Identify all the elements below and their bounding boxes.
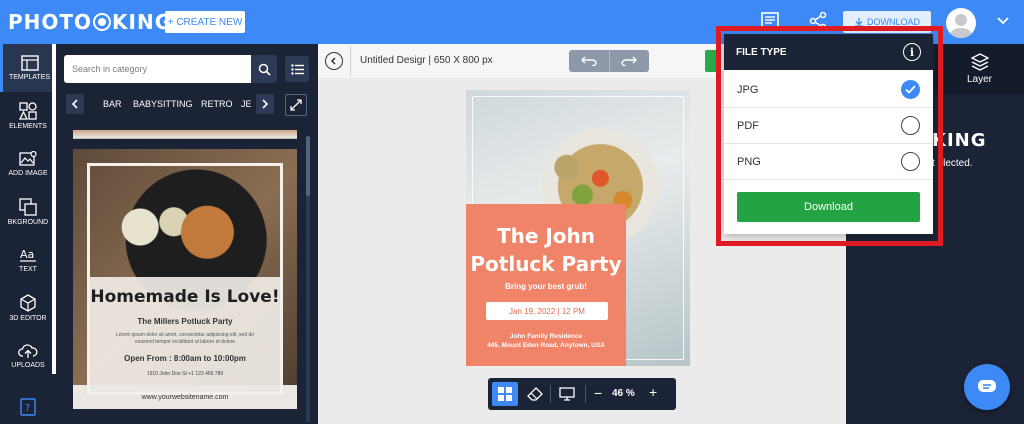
design-canvas[interactable]: The John Potluck Party Bring your best gr… [466, 90, 690, 366]
nav-help[interactable]: ? [0, 392, 56, 424]
thumbnail-title: Homemade Is Love! [90, 287, 280, 307]
file-type-label: JPG [737, 83, 759, 96]
template-thumbnail-previous[interactable] [73, 130, 297, 139]
eraser-icon [527, 387, 543, 401]
chevron-left-icon [71, 99, 78, 109]
zoom-level: 46 % [612, 388, 635, 399]
thumbnail-body: Lorem ipsum dolor sit amet, consectetur … [115, 332, 255, 345]
chevron-down-icon[interactable] [996, 14, 1010, 33]
templates-icon [20, 55, 39, 71]
text-icon: Aa [20, 248, 36, 262]
grid-icon [498, 387, 512, 401]
logo-mark-icon [93, 13, 112, 31]
file-type-label: PDF [737, 119, 759, 132]
category-bar[interactable]: BAR [103, 99, 122, 109]
background-icon [19, 198, 37, 216]
radio-icon[interactable] [901, 116, 920, 135]
chat-button[interactable] [964, 364, 1010, 410]
redo-button[interactable] [610, 50, 650, 72]
nav-add-image[interactable]: ADD IMAGE [0, 140, 56, 188]
file-type-dropdown: FILE TYPE i JPG PDF PNG Download [724, 34, 933, 234]
category-retro[interactable]: RETRO [201, 99, 233, 109]
elements-icon [19, 102, 37, 120]
thumbnail-website: www.yourwebsitename.com [141, 394, 229, 401]
nav-uploads[interactable]: UPLOADS [0, 332, 56, 380]
app-logo[interactable]: PHOTO KING [8, 10, 172, 34]
file-type-header: FILE TYPE i [724, 34, 933, 70]
file-type-label: PNG [737, 155, 761, 168]
canvas-toolbar: − 46 % + [488, 378, 676, 410]
toolbar-divider [585, 385, 586, 403]
file-type-option-png[interactable]: PNG [724, 144, 933, 180]
svg-text:?: ? [25, 403, 30, 414]
eraser-button[interactable] [522, 382, 548, 406]
undo-button[interactable] [569, 50, 610, 72]
search-icon [258, 63, 271, 76]
expand-panel-button[interactable] [285, 94, 307, 116]
list-view-button[interactable] [285, 56, 309, 82]
uploads-icon [18, 344, 38, 358]
document-title[interactable]: Untitled Desigr | 650 X 800 px [360, 55, 493, 66]
undo-icon [580, 56, 597, 66]
panel-scrollbar[interactable] [306, 136, 310, 422]
file-type-title: FILE TYPE [736, 46, 787, 58]
toolbar-divider [550, 385, 551, 403]
file-type-option-pdf[interactable]: PDF [724, 108, 933, 144]
nav-background[interactable]: BKGROUND [0, 188, 56, 236]
nav-elements[interactable]: ELEMENTS [0, 92, 56, 140]
undo-redo-group [569, 50, 649, 72]
thumbnail-subtitle: The Millers Potluck Party [137, 317, 233, 326]
zoom-out-button[interactable]: − [594, 385, 602, 401]
category-next-button[interactable] [256, 94, 274, 114]
avatar[interactable] [946, 8, 976, 38]
redo-icon [621, 56, 638, 66]
3d-editor-icon [20, 294, 36, 312]
category-partial[interactable]: JE [241, 99, 251, 109]
layers-icon [970, 53, 989, 71]
thumbnail-address: 1910 John Doe St +1 123 456 789 [146, 371, 224, 377]
nav-templates[interactable]: TEMPLATES [0, 44, 56, 92]
info-icon[interactable]: i [903, 43, 921, 61]
search-input[interactable]: Search in category [64, 55, 252, 83]
poster-date[interactable]: Jan 19, 2022 | 12 PM [486, 302, 608, 320]
add-image-icon [19, 151, 37, 166]
create-new-button[interactable]: + CREATE NEW [165, 11, 245, 33]
poster-venue[interactable]: John Family Residence 445, Mount Eden Roa… [466, 332, 626, 350]
header-divider [350, 46, 351, 76]
present-button[interactable] [554, 382, 580, 406]
download-button[interactable]: Download [737, 192, 920, 222]
present-icon [559, 387, 575, 401]
grid-view-button[interactable] [492, 382, 518, 406]
category-babysitting[interactable]: BABYSITTING [133, 99, 193, 109]
nav-text[interactable]: Aa TEXT [0, 236, 56, 284]
chevron-right-icon [262, 99, 269, 109]
arrow-left-icon [330, 57, 336, 65]
layer-tab[interactable]: Layer [935, 44, 1024, 94]
chat-icon [978, 380, 996, 392]
category-prev-button[interactable] [66, 94, 84, 114]
template-thumbnail[interactable]: Homemade Is Love! The Millers Potluck Pa… [73, 149, 297, 409]
file-type-option-jpg[interactable]: JPG [724, 72, 933, 108]
svg-text:Aa: Aa [20, 248, 34, 261]
poster-subtitle[interactable]: Bring your best grub! [466, 282, 626, 291]
back-button[interactable] [325, 52, 343, 70]
radio-checked-icon[interactable] [901, 80, 920, 99]
list-icon [290, 63, 304, 75]
nav-3d-editor[interactable]: 3D EDITOR [0, 284, 56, 332]
thumbnail-hours: Open From : 8:00am to 10:00pm [124, 354, 246, 363]
zoom-in-button[interactable]: + [649, 384, 657, 400]
search-button[interactable] [251, 55, 277, 83]
poster-title[interactable]: The John Potluck Party [466, 222, 626, 278]
expand-icon [290, 99, 302, 111]
help-icon: ? [20, 397, 36, 416]
radio-icon[interactable] [901, 152, 920, 171]
